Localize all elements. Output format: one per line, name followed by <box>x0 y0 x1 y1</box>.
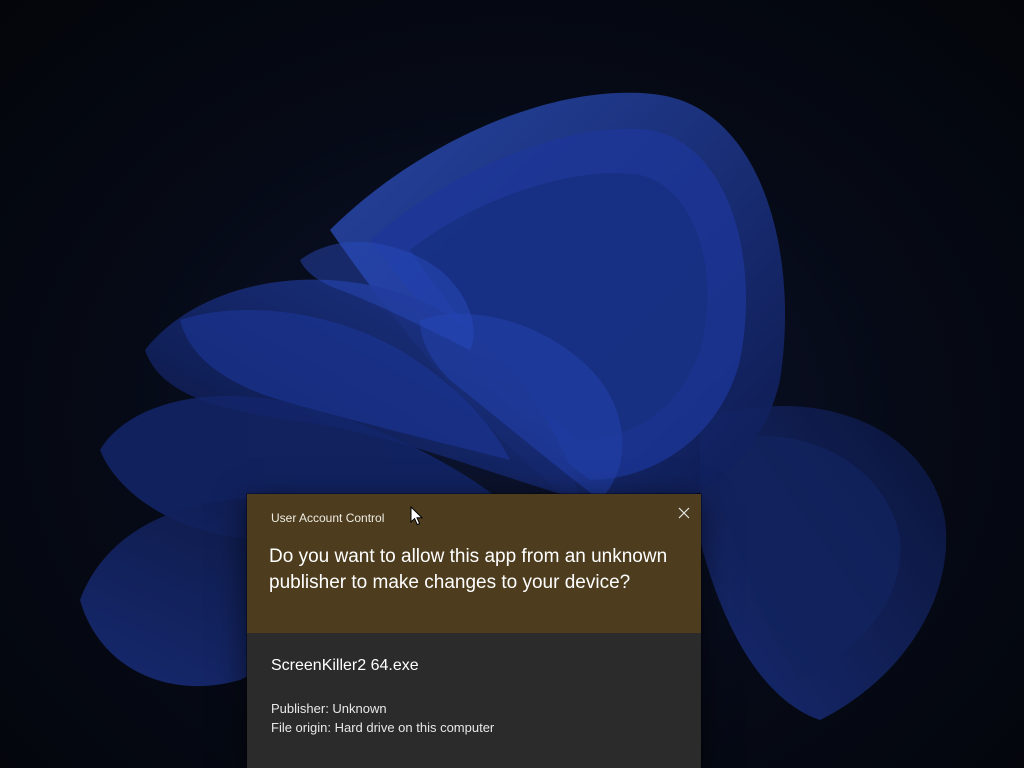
dialog-title: User Account Control <box>271 511 385 525</box>
uac-body: ScreenKiller2 64.exe Publisher: Unknown … <box>247 633 701 768</box>
desktop: User Account Control Do you want to allo… <box>0 0 1024 768</box>
file-origin-info: File origin: Hard drive on this computer <box>271 720 495 735</box>
mouse-pointer-icon <box>410 506 424 526</box>
dialog-question: Do you want to allow this app from an un… <box>269 546 668 593</box>
app-name: ScreenKiller2 64.exe <box>271 657 419 674</box>
publisher-info: Publisher: Unknown <box>271 701 387 716</box>
close-icon <box>678 507 690 519</box>
close-button[interactable] <box>671 500 697 526</box>
uac-header: User Account Control Do you want to allo… <box>247 494 701 633</box>
uac-dialog: User Account Control Do you want to allo… <box>247 494 701 768</box>
